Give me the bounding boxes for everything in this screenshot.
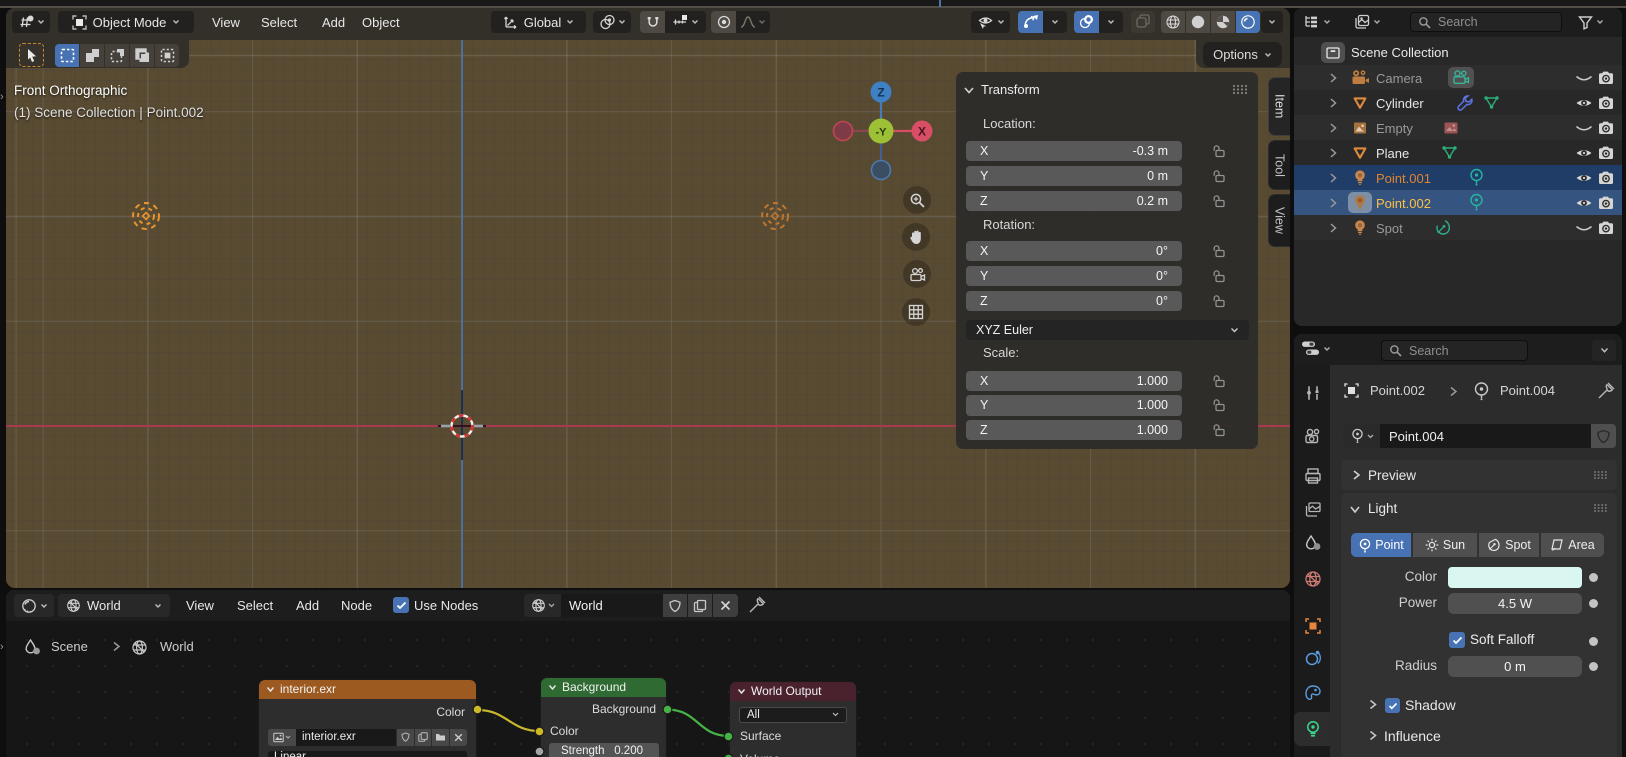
svg-text:Z: Z xyxy=(877,86,884,100)
svg-text:-Y: -Y xyxy=(876,127,888,139)
svg-text:X: X xyxy=(918,125,926,139)
